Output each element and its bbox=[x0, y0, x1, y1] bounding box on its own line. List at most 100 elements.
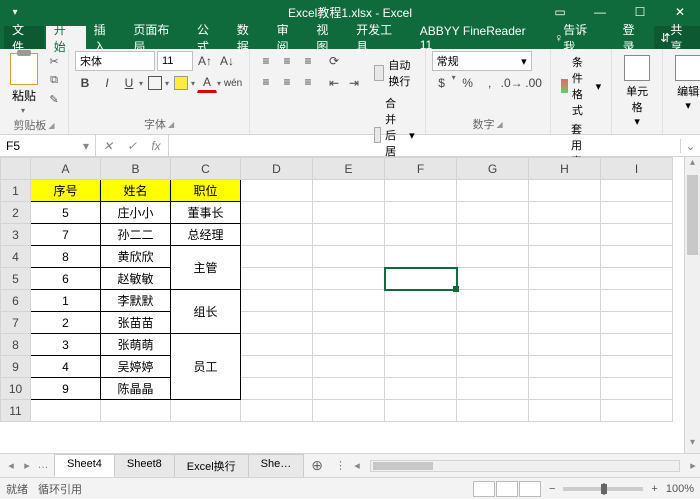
bold-button[interactable]: B bbox=[75, 73, 95, 93]
cell[interactable] bbox=[601, 224, 673, 246]
decrease-decimal-button[interactable]: .00 bbox=[524, 73, 544, 93]
accounting-format-button[interactable]: $ bbox=[432, 73, 452, 93]
paste-button[interactable]: 粘贴 ▾ bbox=[6, 51, 42, 117]
editing-button[interactable]: 编辑▾ bbox=[669, 51, 700, 116]
zoom-level[interactable]: 100% bbox=[666, 483, 694, 495]
cell[interactable] bbox=[457, 224, 529, 246]
col-header-G[interactable]: G bbox=[457, 158, 529, 180]
increase-font-button[interactable]: A↑ bbox=[195, 51, 215, 71]
tab-home[interactable]: 开始 bbox=[46, 26, 86, 49]
cell[interactable] bbox=[601, 290, 673, 312]
cell[interactable]: 7 bbox=[31, 224, 101, 246]
cell[interactable] bbox=[31, 400, 101, 422]
borders-button[interactable] bbox=[145, 73, 165, 93]
cell[interactable] bbox=[457, 202, 529, 224]
align-center-button[interactable]: ≡ bbox=[277, 72, 297, 92]
cell[interactable] bbox=[529, 180, 601, 202]
increase-decimal-button[interactable]: .0→ bbox=[502, 73, 522, 93]
align-middle-button[interactable]: ≡ bbox=[277, 51, 297, 71]
app-menu-icon[interactable]: ▾ bbox=[6, 3, 24, 21]
cell[interactable]: 陈晶晶 bbox=[101, 378, 171, 400]
sheet-tab[interactable]: Sheet8 bbox=[114, 454, 175, 477]
decrease-indent-button[interactable]: ⇤ bbox=[324, 73, 344, 93]
cell[interactable]: 主管 bbox=[171, 246, 241, 290]
cell[interactable] bbox=[529, 312, 601, 334]
cell[interactable]: 张萌萌 bbox=[101, 334, 171, 356]
cell[interactable] bbox=[457, 290, 529, 312]
cell[interactable]: 李默默 bbox=[101, 290, 171, 312]
font-name-combo[interactable]: 宋体 bbox=[75, 51, 155, 71]
sheet-nav-more[interactable]: … bbox=[36, 459, 50, 472]
scroll-down-icon[interactable]: ▾ bbox=[685, 437, 700, 453]
page-layout-view-button[interactable] bbox=[496, 481, 518, 497]
cell[interactable] bbox=[385, 224, 457, 246]
font-size-combo[interactable]: 11 bbox=[157, 51, 193, 71]
col-header-B[interactable]: B bbox=[101, 158, 171, 180]
cell[interactable]: 吴婷婷 bbox=[101, 356, 171, 378]
tab-data[interactable]: 数据 bbox=[229, 26, 269, 49]
sheet-nav-prev[interactable]: ◂ bbox=[4, 459, 18, 472]
cell[interactable] bbox=[313, 290, 385, 312]
cell[interactable] bbox=[241, 290, 313, 312]
cell[interactable] bbox=[385, 334, 457, 356]
decrease-font-button[interactable]: A↓ bbox=[217, 51, 237, 71]
orientation-button[interactable]: ⟳ bbox=[324, 51, 344, 71]
cell[interactable] bbox=[241, 268, 313, 290]
row-header-11[interactable]: 11 bbox=[1, 400, 31, 422]
cell[interactable]: 赵敏敏 bbox=[101, 268, 171, 290]
increase-indent-button[interactable]: ⇥ bbox=[344, 73, 364, 93]
sheet-nav-next[interactable]: ▸ bbox=[20, 459, 34, 472]
cell[interactable] bbox=[313, 356, 385, 378]
row-header-7[interactable]: 7 bbox=[1, 312, 31, 334]
conditional-format-button[interactable]: 条件格式 ▾ bbox=[557, 53, 606, 119]
cell[interactable] bbox=[313, 246, 385, 268]
tab-file[interactable]: 文件 bbox=[4, 26, 44, 49]
cell[interactable] bbox=[457, 334, 529, 356]
close-button[interactable]: ✕ bbox=[660, 0, 700, 24]
scroll-up-icon[interactable]: ▴ bbox=[685, 157, 700, 173]
cell[interactable] bbox=[313, 378, 385, 400]
cell[interactable]: 3 bbox=[31, 334, 101, 356]
cell[interactable] bbox=[457, 180, 529, 202]
phonetic-button[interactable]: wén bbox=[223, 73, 243, 93]
row-header-3[interactable]: 3 bbox=[1, 224, 31, 246]
format-painter-button[interactable]: ✎ bbox=[46, 91, 62, 107]
fx-button[interactable]: fx bbox=[144, 135, 168, 157]
tab-layout[interactable]: 页面布局 bbox=[125, 26, 189, 49]
cell[interactable] bbox=[385, 202, 457, 224]
login-button[interactable]: 登录 bbox=[617, 26, 653, 49]
cell[interactable] bbox=[313, 312, 385, 334]
enter-formula-button[interactable]: ✓ bbox=[120, 135, 144, 157]
cell[interactable] bbox=[457, 268, 529, 290]
cell[interactable]: 8 bbox=[31, 246, 101, 268]
italic-button[interactable]: I bbox=[97, 73, 117, 93]
cell[interactable] bbox=[241, 378, 313, 400]
sheet-tab[interactable]: Excel换行 bbox=[174, 454, 249, 477]
cell[interactable]: 6 bbox=[31, 268, 101, 290]
cell[interactable]: 2 bbox=[31, 312, 101, 334]
cell[interactable] bbox=[601, 378, 673, 400]
cell[interactable]: 庄小小 bbox=[101, 202, 171, 224]
cell[interactable]: 9 bbox=[31, 378, 101, 400]
col-header-I[interactable]: I bbox=[601, 158, 673, 180]
cell[interactable] bbox=[457, 400, 529, 422]
copy-button[interactable]: ⧉ bbox=[46, 72, 62, 88]
align-top-button[interactable]: ≡ bbox=[256, 51, 276, 71]
col-header-E[interactable]: E bbox=[313, 158, 385, 180]
underline-button[interactable]: U bbox=[119, 73, 139, 93]
cell[interactable] bbox=[313, 268, 385, 290]
cell[interactable] bbox=[601, 334, 673, 356]
cell[interactable] bbox=[385, 268, 457, 290]
cell[interactable] bbox=[385, 400, 457, 422]
cell[interactable] bbox=[241, 180, 313, 202]
cell[interactable] bbox=[385, 312, 457, 334]
cell[interactable] bbox=[529, 290, 601, 312]
row-header-2[interactable]: 2 bbox=[1, 202, 31, 224]
cell[interactable]: 张苗苗 bbox=[101, 312, 171, 334]
share-button[interactable]: ⇵ 共享 bbox=[654, 26, 700, 49]
table-header-cell[interactable]: 序号 bbox=[31, 180, 101, 202]
hscroll-left[interactable]: ◂ bbox=[350, 459, 364, 472]
tab-view[interactable]: 视图 bbox=[308, 26, 348, 49]
cell[interactable] bbox=[313, 180, 385, 202]
align-left-button[interactable]: ≡ bbox=[256, 72, 276, 92]
